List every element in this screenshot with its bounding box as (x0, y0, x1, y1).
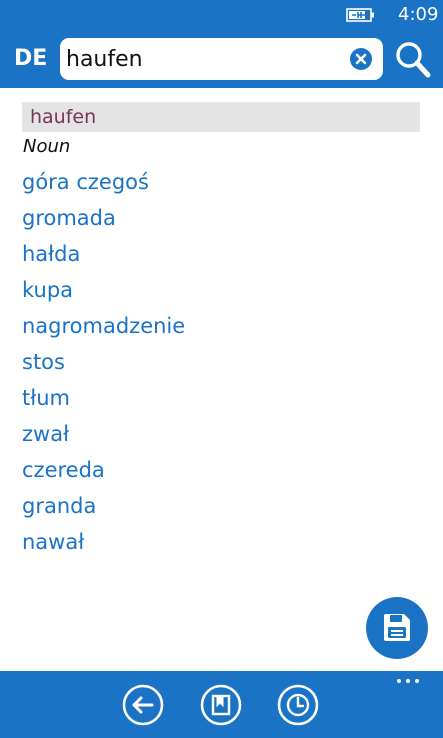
save-icon (384, 614, 410, 641)
bookmark-icon[interactable] (200, 684, 242, 726)
translation-list: góra czegoś gromada hałda kupa nagromadz… (22, 164, 185, 560)
app-bar (0, 671, 443, 738)
translation-item[interactable]: hałda (22, 236, 185, 272)
save-button[interactable] (366, 597, 428, 659)
headword-row: haufen (22, 102, 420, 132)
translation-item[interactable]: czereda (22, 452, 185, 488)
clear-icon[interactable] (349, 47, 373, 71)
translation-item[interactable]: zwał (22, 416, 185, 452)
battery-charging-icon (346, 8, 374, 22)
translation-item[interactable]: stos (22, 344, 185, 380)
history-icon[interactable] (277, 684, 319, 726)
search-icon[interactable] (394, 40, 432, 80)
status-bar: 4:09 (0, 0, 443, 32)
search-input[interactable] (66, 42, 336, 76)
language-selector[interactable]: DE (14, 45, 47, 73)
translation-item[interactable]: kupa (22, 272, 185, 308)
search-box (60, 38, 383, 80)
dictionary-screen: 4:09 DE haufen Noun góra czegoś gromada … (0, 0, 443, 738)
more-dot (397, 679, 401, 683)
translation-item[interactable]: nagromadzenie (22, 308, 185, 344)
more-dot (406, 679, 410, 683)
search-header: DE (0, 32, 443, 88)
translation-item[interactable]: granda (22, 488, 185, 524)
status-time: 4:09 (398, 4, 439, 25)
headword: haufen (30, 106, 97, 128)
more-dot (415, 679, 419, 683)
translation-item[interactable]: góra czegoś (22, 164, 185, 200)
translation-item[interactable]: tłum (22, 380, 185, 416)
translation-item[interactable]: nawał (22, 524, 185, 560)
entry-content: haufen Noun góra czegoś gromada hałda ku… (0, 88, 443, 671)
more-icon[interactable] (394, 675, 426, 689)
translation-item[interactable]: gromada (22, 200, 185, 236)
part-of-speech-label: Noun (23, 136, 71, 157)
back-icon[interactable] (122, 684, 164, 726)
